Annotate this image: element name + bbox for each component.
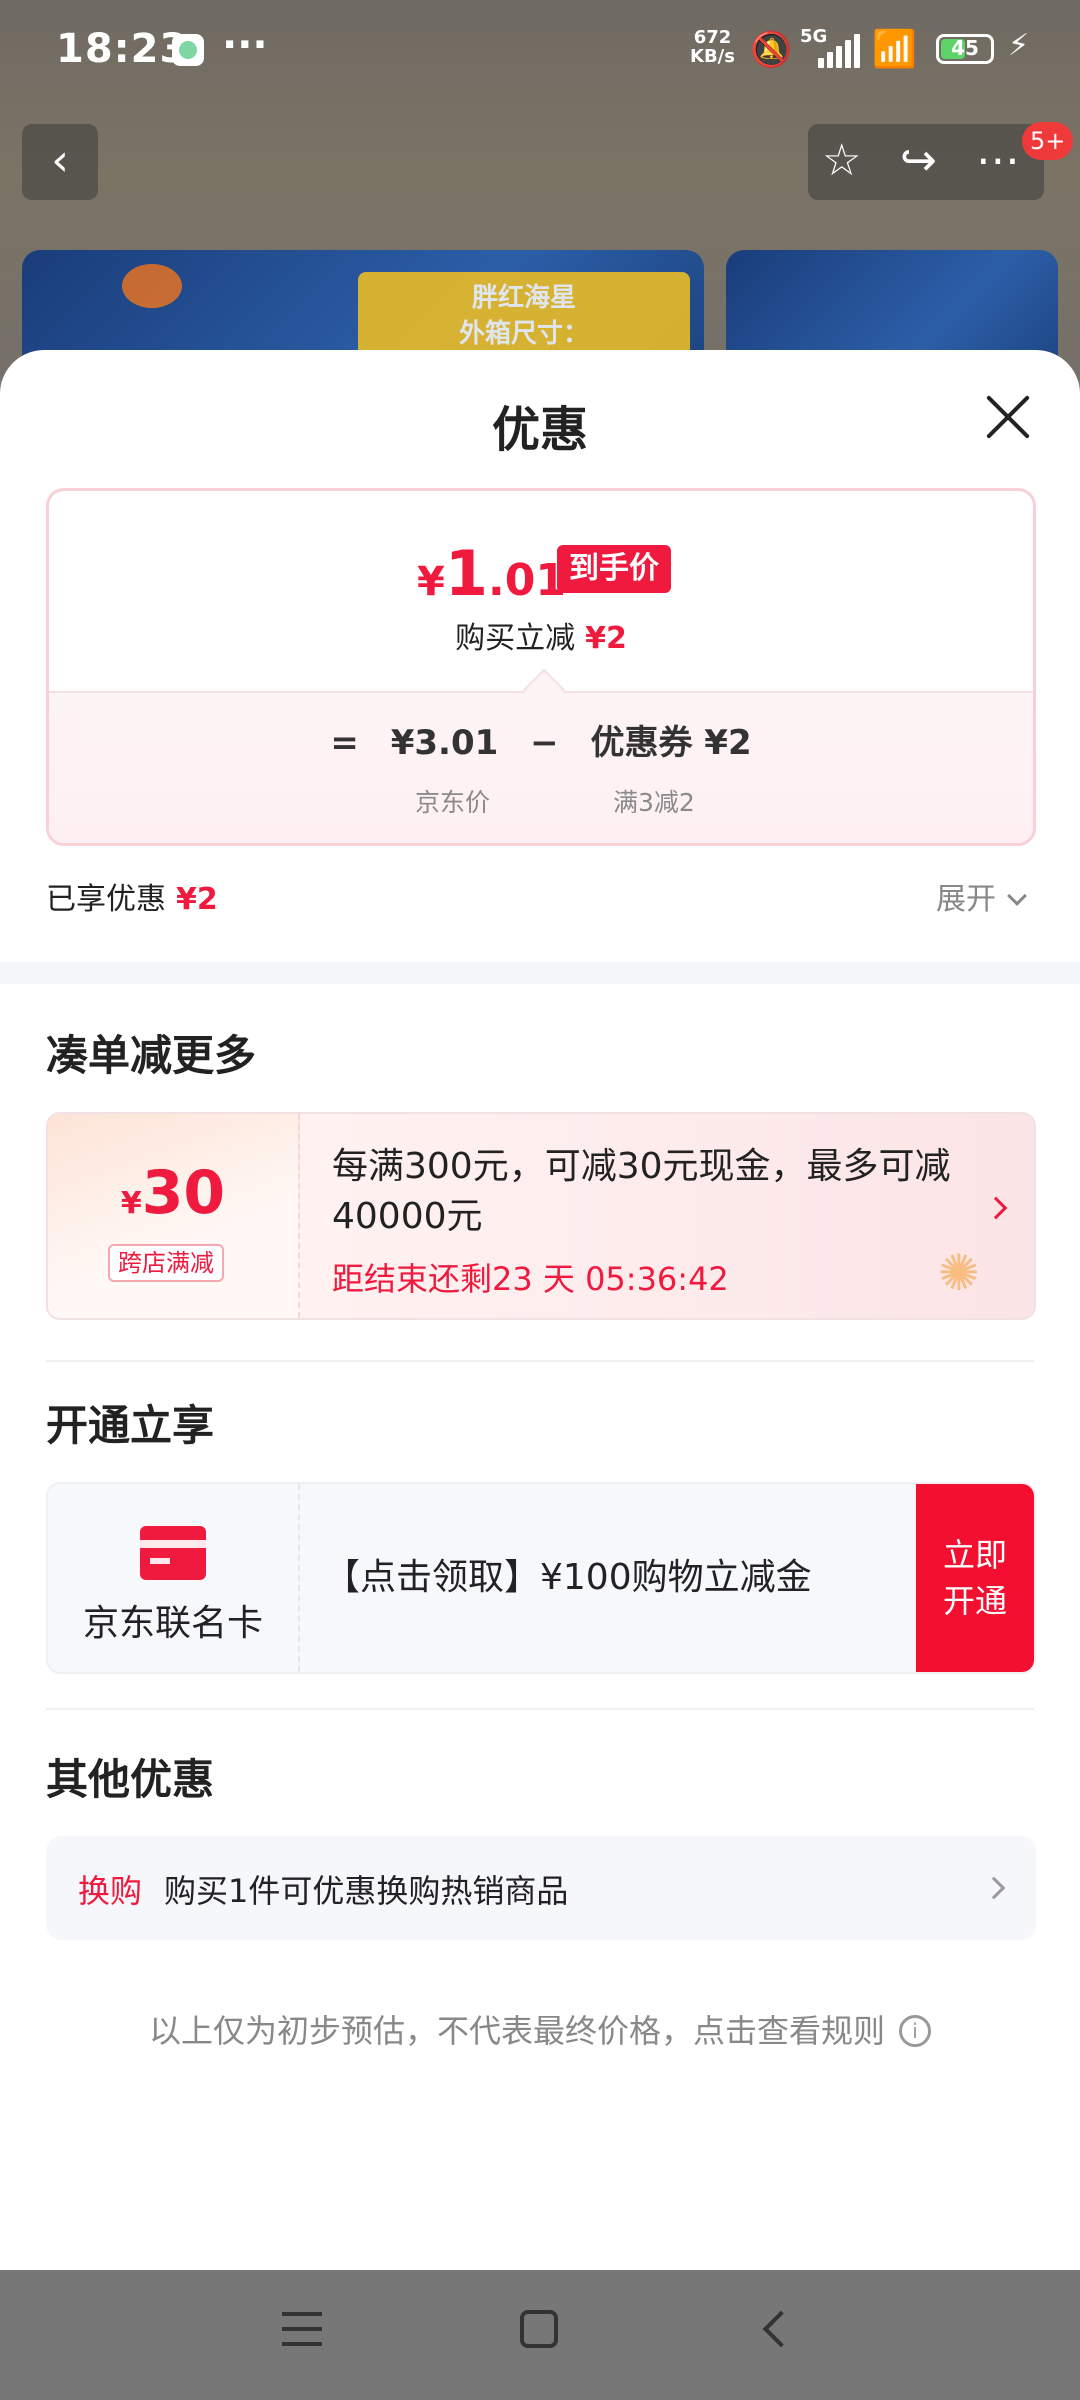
trade-in-text: 购买1件可优惠换购热销商品 (164, 1872, 569, 1910)
coupon-label: 满3减2 (613, 788, 695, 817)
promo-amount: ¥30 (48, 1158, 298, 1228)
promo-tag: 跨店满减 (108, 1244, 224, 1282)
signal-icon (818, 34, 860, 68)
crab-image (122, 264, 182, 308)
card-offer-text: 【点击领取】¥100购物立减金 (324, 1557, 812, 1598)
coupon-value: 优惠券 ¥2 (590, 723, 752, 763)
divider (46, 1360, 1034, 1362)
divider (46, 1708, 1034, 1710)
mute-icon: 🔕 (750, 30, 793, 70)
message-badge: 5+ (1022, 122, 1074, 160)
more-icon[interactable]: ⋯ (976, 134, 1020, 188)
enjoyed-value: ¥2 (176, 882, 218, 917)
chevron-right-icon (984, 1196, 1008, 1220)
star-icon[interactable]: ☆ (822, 134, 861, 188)
trade-in-row[interactable]: 换购 购买1件可优惠换购热销商品 (46, 1836, 1036, 1940)
final-price-tag: 到手价 (557, 545, 671, 593)
price-summary-card: ¥1.01 到手价 购买立减 ¥2 = ¥3.01 − 优惠券 ¥2 京东价 满3… (46, 488, 1036, 846)
co-brand-card-offer[interactable]: 京东联名卡 【点击领取】¥100购物立减金 立即开通 (46, 1482, 1036, 1674)
promo-amount-panel: ¥30 跨店满减 (48, 1114, 300, 1318)
cross-store-promo-card[interactable]: ¥30 跨店满减 每满300元，可减30元现金，最多可减40000元 距结束还剩… (46, 1112, 1036, 1320)
info-icon: i (899, 2015, 931, 2047)
credit-card-icon (140, 1526, 206, 1580)
battery-level: 45 (951, 36, 979, 60)
section-title-more: 凑单减更多 (46, 1031, 257, 1080)
disclaimer-text: 以上仅为初步预估，不代表最终价格，点击查看规则 (148, 2012, 885, 2050)
expand-label: 展开 (936, 882, 996, 917)
final-price-currency: ¥ (417, 559, 445, 605)
expand-button[interactable]: 展开 (936, 874, 1027, 918)
final-price: ¥1.01 (417, 537, 566, 610)
promo-value: 30 (141, 1158, 226, 1228)
back-button[interactable]: ‹ (22, 124, 98, 200)
section-divider (0, 962, 1080, 984)
final-price-integer: 1 (444, 537, 488, 610)
section-title-open: 开通立享 (46, 1401, 215, 1450)
status-time: 18:23 (56, 26, 189, 72)
promo-currency: ¥ (120, 1186, 142, 1221)
wifi-icon: 📶 (872, 29, 917, 70)
section-title-other: 其他优惠 (46, 1755, 215, 1804)
open-now-label: 立即开通 (942, 1536, 1007, 1620)
enjoyed-label: 已享优惠 (46, 882, 166, 917)
top-toolbar: ☆ ↪ ⋯ (808, 124, 1044, 200)
battery-icon: 45 (936, 34, 994, 64)
promo-description: 每满300元，可减30元现金，最多可减40000元 (332, 1146, 951, 1237)
status-bar: 18:23 ··· 672 KB/s 🔕 5G 📶 45 ⚡ (0, 0, 1080, 100)
price-breakdown (49, 691, 1033, 843)
close-icon[interactable] (978, 386, 1038, 446)
network-speed: 672 KB/s (690, 27, 735, 67)
discount-sheet: 优惠 ¥1.01 到手价 购买立减 ¥2 = ¥3.01 − 优惠券 ¥2 京东价… (0, 350, 1080, 2270)
menu-icon[interactable] (282, 2312, 322, 2346)
jd-price: ¥3.01 (390, 723, 499, 763)
formula-equals: = (330, 723, 359, 763)
instant-reduction-value: ¥2 (585, 621, 627, 656)
system-nav-bar (0, 2270, 1080, 2400)
trade-in-tag: 换购 (78, 1872, 143, 1910)
product-image-label: 胖红海星 外箱尺寸：45.5*31*29cm (358, 272, 690, 385)
product-label-title: 胖红海星 (471, 283, 576, 313)
product-page-background: 18:23 ··· 672 KB/s 🔕 5G 📶 45 ⚡ ‹ ☆ ↪ ⋯ 5+ (0, 0, 1080, 400)
sparkle-icon: ✺ (938, 1244, 980, 1302)
share-icon[interactable]: ↪ (900, 134, 937, 188)
instant-reduction-label: 购买立减 (455, 621, 576, 656)
card-panel: 京东联名卡 (48, 1484, 300, 1672)
final-price-decimal: .01 (487, 555, 566, 606)
chevron-down-icon (1007, 886, 1027, 906)
sheet-title: 优惠 (491, 402, 588, 458)
app-notification-icon (172, 34, 204, 66)
nav-back-icon[interactable] (762, 2310, 800, 2348)
back-icon: ‹ (51, 135, 69, 186)
charging-icon: ⚡ (1008, 28, 1030, 63)
screen: 18:23 ··· 672 KB/s 🔕 5G 📶 45 ⚡ ‹ ☆ ↪ ⋯ 5+ (0, 0, 1080, 2400)
formula-minus: − (530, 723, 559, 763)
price-formula: = ¥3.01 − 优惠券 ¥2 (49, 715, 1033, 764)
chevron-right-icon (982, 1876, 1006, 1900)
jd-price-label: 京东价 (415, 788, 491, 817)
promo-countdown: 距结束还剩23 天 05:36:42 (332, 1260, 729, 1298)
instant-reduction: 购买立减 ¥2 (49, 613, 1033, 657)
enjoyed-discount: 已享优惠 ¥2 (46, 874, 218, 918)
card-name: 京东联名卡 (82, 1603, 263, 1644)
price-disclaimer[interactable]: 以上仅为初步预估，不代表最终价格，点击查看规则 i (0, 2006, 1080, 2052)
open-now-button[interactable]: 立即开通 (916, 1484, 1034, 1672)
home-icon[interactable] (520, 2310, 558, 2348)
more-notifications-icon: ··· (222, 22, 268, 68)
